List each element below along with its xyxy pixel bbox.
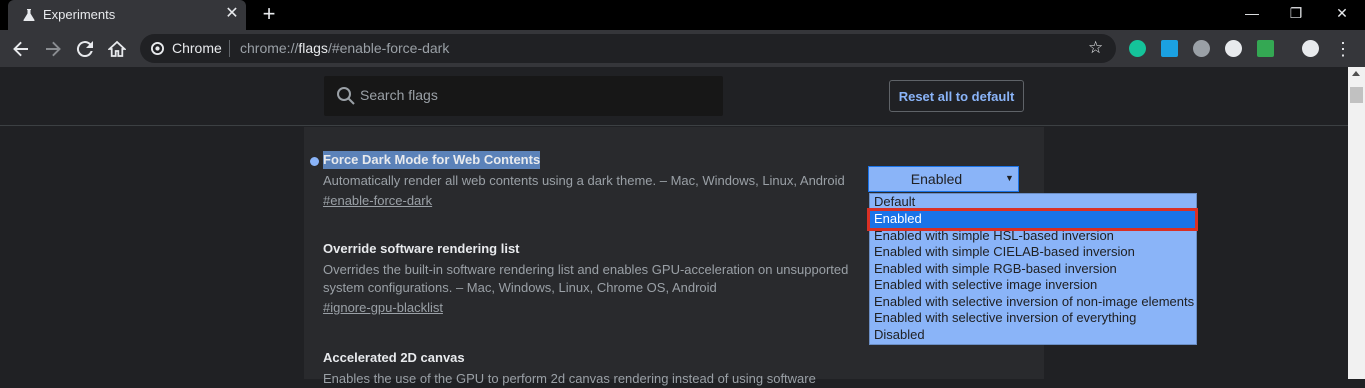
tab-title: Experiments [43, 7, 116, 22]
tab-experiments[interactable]: Experiments ✕ [8, 0, 246, 30]
close-window-button[interactable]: ✕ [1319, 0, 1365, 28]
search-header: Reset all to default [0, 67, 1348, 126]
minimize-button[interactable]: — [1229, 0, 1275, 28]
reset-all-button[interactable]: Reset all to default [889, 80, 1024, 112]
annotation-highlight-box [867, 208, 1198, 231]
flask-icon [23, 9, 35, 21]
flag-title: Override software rendering list [323, 241, 520, 256]
select-value: Enabled [910, 171, 963, 187]
vivaldi-extension-icon[interactable] [1225, 40, 1242, 57]
dropdown-option[interactable]: Enabled with simple CIELAB-based inversi… [870, 244, 1196, 261]
chrome-icon [151, 42, 164, 55]
site-label: Chrome [172, 40, 222, 56]
forward-button[interactable] [41, 37, 65, 61]
dropdown-option[interactable]: Enabled with selective image inversion [870, 277, 1196, 294]
windows-extension-icon[interactable] [1161, 40, 1178, 57]
flag-description: Automatically render all web contents us… [323, 173, 845, 188]
modified-indicator [310, 157, 319, 166]
flag-accelerated-2d-canvas: Accelerated 2D canvas Enables the use of… [323, 349, 883, 388]
home-button[interactable] [105, 37, 129, 61]
search-input[interactable] [360, 87, 700, 103]
omnibox-divider [229, 40, 230, 57]
forward-arrow-icon [46, 41, 61, 57]
dropdown-option[interactable]: Enabled with selective inversion of non-… [870, 294, 1196, 311]
flag-description: Overrides the built-in software renderin… [323, 262, 849, 295]
toolbar: Chrome chrome://flags/#enable-force-dark… [0, 30, 1365, 67]
flag-anchor-link[interactable]: #enable-force-dark [323, 192, 432, 210]
new-tab-button[interactable]: + [258, 3, 280, 25]
dropdown-option[interactable]: Enabled with selective inversion of ever… [870, 310, 1196, 327]
restore-button[interactable]: ❐ [1273, 0, 1319, 28]
grammarly-extension-icon[interactable] [1129, 40, 1146, 57]
chevron-down-icon: ▼ [1005, 173, 1014, 183]
dropdown-option[interactable]: Enabled with simple RGB-based inversion [870, 261, 1196, 278]
search-box[interactable] [324, 76, 723, 116]
back-arrow-icon [13, 41, 28, 57]
scroll-thumb[interactable] [1350, 87, 1363, 103]
bookmark-star-icon[interactable]: ☆ [1088, 39, 1106, 57]
scroll-up-arrow-icon[interactable] [1352, 71, 1360, 76]
dropdown-option[interactable]: Disabled [870, 327, 1196, 344]
scrollbar[interactable] [1348, 67, 1365, 379]
profile-avatar-icon[interactable] [1302, 40, 1319, 57]
flag-force-dark: Force Dark Mode for Web Contents Automat… [310, 151, 883, 210]
force-dark-select[interactable]: Enabled ▼ [868, 166, 1019, 192]
home-icon [108, 40, 126, 57]
back-button[interactable] [9, 37, 33, 61]
menu-kebab-icon[interactable]: ⋮ [1331, 37, 1355, 61]
lock-extension-icon[interactable] [1257, 40, 1274, 57]
browser-chrome: Experiments ✕ + — ❐ ✕ Chrome chrome://fl… [0, 0, 1365, 67]
address-bar[interactable]: Chrome chrome://flags/#enable-force-dark… [140, 34, 1116, 63]
flag-override-software-rendering: Override software rendering list Overrid… [323, 240, 883, 317]
tab-close-icon[interactable]: ✕ [223, 5, 241, 23]
reload-icon [76, 41, 93, 58]
url-text: chrome://flags/#enable-force-dark [240, 40, 450, 56]
flag-title: Accelerated 2D canvas [323, 350, 465, 365]
flag-title: Force Dark Mode for Web Contents [323, 151, 541, 169]
extension-icon[interactable] [1193, 40, 1210, 57]
tab-strip: Experiments ✕ + — ❐ ✕ [0, 0, 1365, 30]
reload-button[interactable] [73, 37, 97, 61]
flag-description: Enables the use of the GPU to perform 2d… [323, 371, 816, 386]
search-icon [337, 87, 355, 105]
flag-anchor-link[interactable]: #ignore-gpu-blacklist [323, 299, 443, 317]
